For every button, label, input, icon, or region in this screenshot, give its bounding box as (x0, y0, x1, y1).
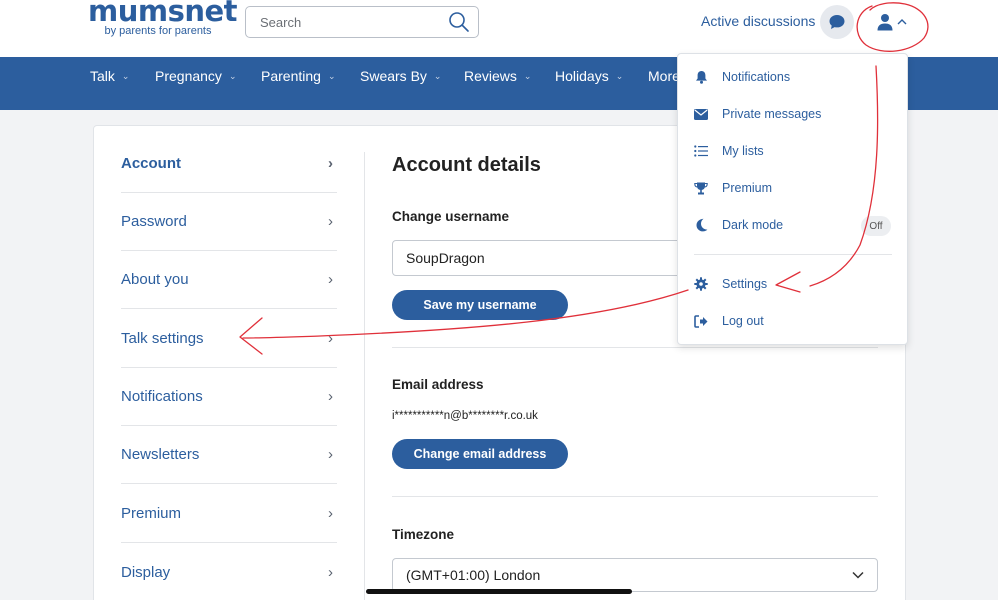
search-input[interactable] (246, 7, 446, 37)
menu-item-label: Settings (722, 277, 768, 291)
list-icon (694, 144, 708, 158)
sidebar-item-notifications[interactable]: Notifications › (121, 368, 337, 426)
timezone-label: Timezone (392, 527, 455, 542)
chevron-right-icon: › (328, 213, 333, 230)
chevron-down-icon: ⌄ (121, 70, 130, 81)
chat-button[interactable] (820, 5, 854, 39)
sidebar-item-label: Password (121, 213, 187, 230)
nav-item-talk[interactable]: Talk ⌄ (90, 68, 129, 84)
mumsnet-logo[interactable]: mumsnet by parents for parents (88, 0, 238, 37)
sidebar-item-account[interactable]: Account › (121, 135, 337, 193)
chevron-up-icon (897, 19, 906, 25)
logo-tagline: by parents for parents (104, 25, 212, 37)
sidebar-item-talk-settings[interactable]: Talk settings › (121, 310, 337, 368)
trophy-icon (694, 181, 708, 195)
chevron-right-icon: › (328, 505, 333, 522)
chevron-down-icon (852, 571, 864, 579)
dark-mode-toggle[interactable]: Off (861, 216, 891, 236)
menu-item-label: Notifications (722, 70, 791, 84)
menu-item-my-lists[interactable]: My lists (694, 139, 894, 163)
email-value: i***********n@b********r.co.uk (392, 410, 538, 422)
nav-label: Holidays (555, 68, 609, 84)
nav-item-pregnancy[interactable]: Pregnancy ⌄ (155, 68, 236, 84)
menu-item-label: Private messages (722, 107, 822, 121)
home-indicator (366, 589, 632, 594)
sidebar-item-label: Talk settings (121, 330, 204, 347)
chevron-down-icon: ⌄ (615, 70, 624, 81)
chevron-down-icon: ⌄ (523, 70, 532, 81)
logo-wordmark: mumsnet (88, 0, 238, 28)
nav-item-reviews[interactable]: Reviews ⌄ (464, 68, 531, 84)
sidebar-item-label: About you (121, 271, 189, 288)
sidebar-item-about-you[interactable]: About you › (121, 251, 337, 309)
sidebar-item-label: Premium (121, 505, 182, 522)
nav-label: Pregnancy (155, 68, 222, 84)
sidebar-item-label: Notifications (121, 388, 203, 405)
nav-label: Parenting (261, 68, 321, 84)
save-username-button[interactable]: Save my username (392, 290, 568, 320)
change-username-label: Change username (392, 209, 510, 224)
sidebar-item-label: Display (121, 563, 171, 581)
chevron-right-icon: › (328, 155, 333, 172)
chat-bubble-icon (829, 15, 845, 29)
sidebar-item-premium[interactable]: Premium › (121, 485, 337, 543)
user-dropdown-menu: Notifications Private messages My lists … (677, 53, 908, 345)
menu-item-notifications[interactable]: Notifications (694, 65, 894, 89)
menu-item-private-messages[interactable]: Private messages (694, 102, 894, 126)
user-menu-button[interactable] (868, 5, 914, 39)
menu-item-label: Premium (722, 181, 773, 195)
chevron-right-icon: › (328, 330, 333, 347)
chevron-down-icon: ⌄ (228, 70, 237, 81)
menu-item-settings[interactable]: Settings (694, 272, 894, 296)
section-divider (392, 496, 878, 497)
envelope-icon (694, 107, 708, 121)
menu-item-premium[interactable]: Premium (694, 176, 894, 200)
bell-icon (694, 70, 708, 84)
nav-item-parenting[interactable]: Parenting ⌄ (261, 68, 335, 84)
active-discussions-link[interactable]: Active discussions (701, 13, 815, 29)
nav-item-swears-by[interactable]: Swears By ⌄ (360, 68, 441, 84)
log-out-icon (694, 314, 708, 328)
chevron-right-icon: › (328, 271, 333, 288)
nav-label: Swears By (360, 68, 427, 84)
section-divider (392, 347, 878, 348)
search-icon[interactable] (448, 11, 470, 33)
chevron-right-icon: › (328, 388, 333, 405)
menu-item-label: Log out (722, 314, 764, 328)
menu-item-label: Dark mode (722, 218, 784, 232)
user-icon (877, 14, 892, 31)
page-title: Account details (392, 154, 541, 176)
chevron-right-icon: › (328, 563, 333, 581)
search-box[interactable] (245, 6, 479, 38)
nav-label: More (648, 68, 680, 84)
email-label: Email address (392, 377, 484, 392)
menu-item-label: My lists (722, 144, 764, 158)
chevron-right-icon: › (328, 446, 333, 463)
chevron-down-icon: ⌄ (433, 70, 442, 81)
sidebar-item-display[interactable]: Display › (121, 543, 337, 600)
sidebar-item-password[interactable]: Password › (121, 193, 337, 251)
sidebar-item-label: Account (121, 155, 181, 172)
nav-item-holidays[interactable]: Holidays ⌄ (555, 68, 623, 84)
nav-label: Talk (90, 68, 115, 84)
timezone-value: (GMT+01:00) London (406, 567, 541, 583)
site-header: mumsnet by parents for parents Active di… (0, 0, 998, 57)
sidebar-item-newsletters[interactable]: Newsletters › (121, 426, 337, 484)
menu-item-log-out[interactable]: Log out (694, 309, 894, 333)
nav-label: Reviews (464, 68, 517, 84)
timezone-select[interactable]: (GMT+01:00) London (392, 558, 878, 592)
sidebar-item-label: Newsletters (121, 446, 200, 463)
gear-icon (694, 277, 708, 291)
moon-icon (694, 218, 708, 232)
menu-divider (694, 254, 892, 255)
sidebar-divider (364, 152, 365, 600)
chevron-down-icon: ⌄ (327, 70, 336, 81)
change-email-button[interactable]: Change email address (392, 439, 568, 469)
nav-item-more[interactable]: More (648, 68, 680, 84)
